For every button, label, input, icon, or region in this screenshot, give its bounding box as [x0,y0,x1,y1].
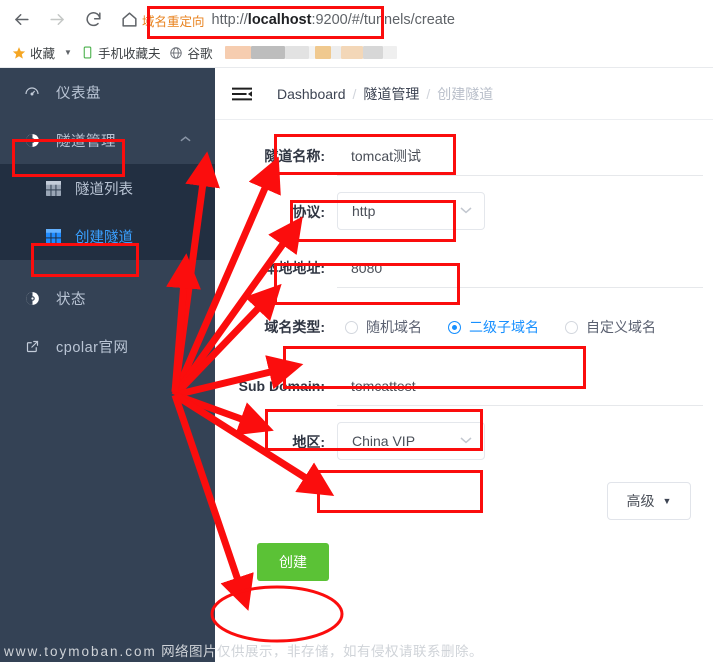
screenshot-root: 域名重定向 http://localhost:9200/#/tunnels/cr… [0,0,713,662]
annotation-url-box [147,6,384,39]
sidebar-item-tunnel-list-label: 隧道列表 [75,181,133,198]
reload-icon[interactable] [78,4,108,34]
annotation-protocol [290,200,456,242]
annotation-tunnel-name [274,134,456,175]
radio-subdomain[interactable]: 二级子域名 [448,317,539,337]
chevron-down-icon[interactable] [180,293,191,304]
radio-indicator [345,320,358,334]
page-topbar: Dashboard / 隧道管理 / 创建隧道 [215,68,713,120]
sidebar-item-status[interactable]: 状态 [0,274,215,322]
bookmark-google[interactable]: 谷歌 [169,43,212,62]
advanced-button[interactable]: 高级 ▼ [607,482,691,520]
sidebar-item-cpolar-website[interactable]: cpolar官网 [0,322,215,370]
input-underline [337,175,703,176]
create-button-label: 创建 [279,554,307,570]
caret-down-icon: ▼ [662,496,672,506]
star-icon [12,46,26,60]
watermark-text: 网络图片仅供展示，非存储，如有侵权请联系删除。 [161,644,484,659]
bookmarks-bar: 收藏 ▼ 手机收藏夫 谷歌 [0,38,713,68]
back-icon[interactable] [6,4,36,34]
grid-icon [44,228,62,244]
watermark-site: www.toymoban.com [4,644,157,659]
dashboard-icon [22,84,42,100]
bookmark-google-label: 谷歌 [187,47,213,61]
mobile-icon [81,46,94,59]
home-icon[interactable] [114,4,144,34]
breadcrumb-tunnel-management[interactable]: 隧道管理 [363,84,419,104]
blurred-bookmarks [225,46,398,59]
bookmark-favorites-label: 收藏 [30,47,56,61]
chevron-up-icon[interactable] [180,135,191,146]
radio-custom-domain-label: 自定义域名 [586,319,656,335]
status-icon [22,290,42,307]
annotation-local-address [274,263,460,305]
sidebar-item-dashboard[interactable]: 仪表盘 [0,68,215,116]
breadcrumb-separator: / [426,85,431,102]
create-button[interactable]: 创建 [257,543,329,581]
bookmark-favorites[interactable]: 收藏 [12,43,55,62]
create-row: 创建 [215,532,713,592]
forward-icon[interactable] [42,4,72,34]
bookmark-dropdown-caret[interactable]: ▼ [64,48,72,57]
grid-icon [44,180,62,196]
annotation-domain-type [283,346,586,389]
sidebar-item-dashboard-label: 仪表盘 [56,85,101,102]
watermark: www.toymoban.com 网络图片仅供展示，非存储，如有侵权请联系删除。 [0,640,713,660]
radio-subdomain-label: 二级子域名 [469,319,539,335]
breadcrumb-create-tunnel: 创建隧道 [437,85,494,102]
sidebar-item-cpolar-website-label: cpolar官网 [56,339,129,356]
sidebar-item-status-label: 状态 [56,291,86,308]
annotation-create-tunnel [31,243,139,277]
bookmark-mobile[interactable]: 手机收藏夫 [81,43,161,62]
annotation-sub-domain [265,409,483,451]
domain-type-radio-group: 随机域名 二级子域名 自定义域名 [337,317,682,337]
domain-type-label: 域名类型: [264,319,325,335]
breadcrumb-dashboard[interactable]: Dashboard [277,86,346,102]
radio-random-domain[interactable]: 随机域名 [345,317,422,337]
advanced-button-label: 高级 [626,493,655,509]
breadcrumb: Dashboard / 隧道管理 / 创建隧道 [277,84,493,104]
hamburger-collapse-icon[interactable] [229,81,255,107]
radio-random-domain-label: 随机域名 [366,319,422,335]
radio-indicator-selected [448,320,461,334]
breadcrumb-separator: / [352,85,357,102]
radio-custom-domain[interactable]: 自定义域名 [565,317,656,337]
globe-icon [169,46,183,60]
input-underline [337,405,703,406]
bookmark-mobile-label: 手机收藏夫 [97,47,161,61]
radio-indicator [565,320,578,334]
annotation-region [317,470,483,513]
annotation-tunnel-mgmt [12,139,125,177]
chevron-down-icon[interactable] [460,205,484,217]
external-link-icon [22,339,42,354]
